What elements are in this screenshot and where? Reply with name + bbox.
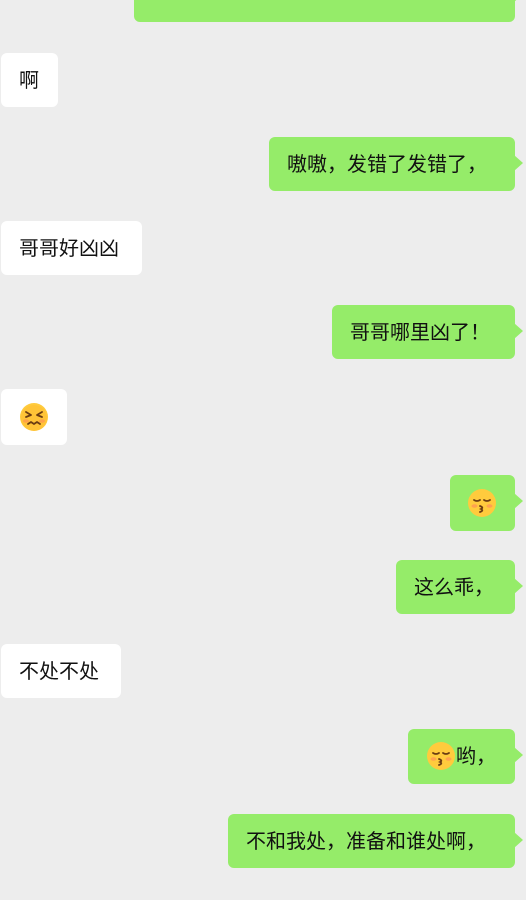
message-row: 嗷嗷，发错了发错了，: [0, 137, 526, 191]
message-text: 哟，: [456, 744, 496, 768]
outgoing-message-bubble[interactable]: 嗷嗷，发错了发错了，: [269, 137, 523, 191]
message-row: 这么乖，: [0, 560, 526, 614]
message-row: 不和我处，准备和谁处啊，: [0, 814, 526, 868]
message-text: 哥哥哪里凶了！: [350, 320, 490, 344]
message-text: 嗷嗷，发错了发错了，: [287, 152, 487, 176]
message-text: 啊: [19, 68, 39, 92]
incoming-message-bubble[interactable]: [1, 389, 67, 445]
message-text: 不处不处: [19, 659, 99, 683]
message-text: 不和我处，准备和谁处啊，: [246, 829, 486, 853]
message-text: 哥哥好凶凶: [19, 236, 119, 260]
outgoing-message-bubble[interactable]: 哟，: [408, 729, 523, 784]
message-row: [0, 389, 526, 445]
outgoing-message-bubble[interactable]: 哥哥哪里凶了！: [332, 305, 523, 359]
message-row: [0, 475, 526, 531]
incoming-message-bubble[interactable]: 哥哥好凶凶: [1, 221, 142, 275]
message-text: 这么乖，: [414, 575, 494, 599]
message-row: [0, 0, 526, 22]
outgoing-message-bubble[interactable]: [450, 475, 523, 531]
outgoing-message-bubble[interactable]: [134, 0, 523, 22]
message-row: 哥哥哪里凶了！: [0, 305, 526, 359]
message-row: 哟，: [0, 729, 526, 784]
incoming-message-bubble[interactable]: 啊: [1, 53, 58, 107]
confounded-face-icon: [19, 402, 49, 432]
kissing-face-with-closed-eyes-icon: [467, 488, 497, 518]
outgoing-message-bubble[interactable]: 这么乖，: [396, 560, 523, 614]
incoming-message-bubble[interactable]: 不处不处: [1, 644, 121, 698]
message-row: 哥哥好凶凶: [0, 221, 526, 275]
outgoing-message-bubble[interactable]: 不和我处，准备和谁处啊，: [228, 814, 523, 868]
message-row: 不处不处: [0, 644, 526, 698]
kissing-face-with-closed-eyes-icon: [426, 741, 456, 771]
message-row: 啊: [0, 53, 526, 107]
